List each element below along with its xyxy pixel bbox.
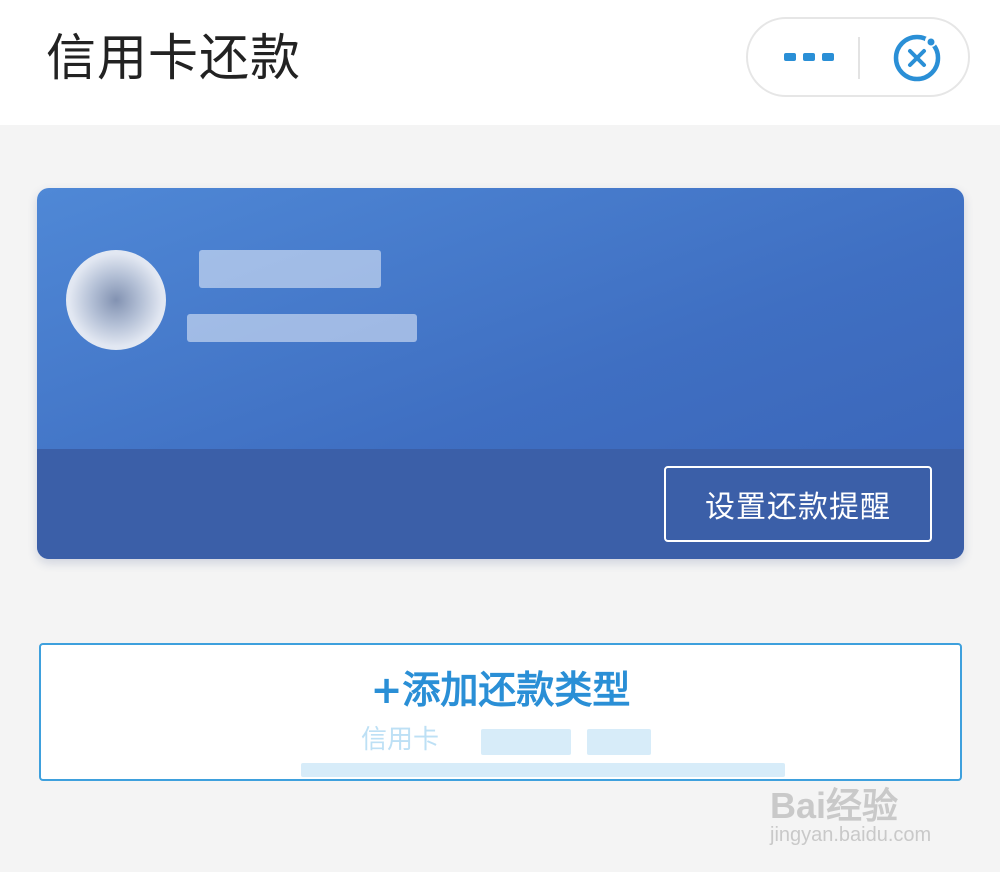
set-reminder-button[interactable]: 设置还款提醒 bbox=[664, 466, 932, 542]
page-title: 信用卡还款 bbox=[46, 29, 301, 87]
add-repayment-label: +添加还款类型 bbox=[370, 668, 631, 712]
capsule-divider bbox=[858, 37, 860, 79]
miniprogram-capsule bbox=[746, 17, 970, 97]
sublabel-redacted bbox=[481, 729, 571, 755]
title-bar: 信用卡还款 bbox=[0, 0, 1000, 125]
close-circle-icon bbox=[893, 34, 941, 82]
add-repayment-sublabel: 信用卡 bbox=[361, 725, 440, 755]
more-dots-icon bbox=[784, 53, 834, 61]
more-button[interactable] bbox=[762, 29, 856, 85]
credit-card-panel[interactable]: 设置还款提醒 bbox=[37, 188, 964, 559]
card-number-redacted bbox=[187, 314, 417, 342]
add-repayment-type-button[interactable]: +添加还款类型 信用卡 bbox=[39, 643, 962, 781]
bank-name-redacted bbox=[199, 250, 381, 288]
baidu-watermark: Bai经验 jingyan.baidu.com bbox=[770, 770, 970, 860]
bank-logo bbox=[66, 250, 166, 350]
sublabel-redacted-2 bbox=[587, 729, 651, 755]
sublabel-redacted-3 bbox=[301, 763, 785, 777]
close-button[interactable] bbox=[882, 29, 952, 87]
watermark-text: Bai经验 bbox=[770, 785, 899, 826]
watermark-url: jingyan.baidu.com bbox=[770, 824, 932, 846]
